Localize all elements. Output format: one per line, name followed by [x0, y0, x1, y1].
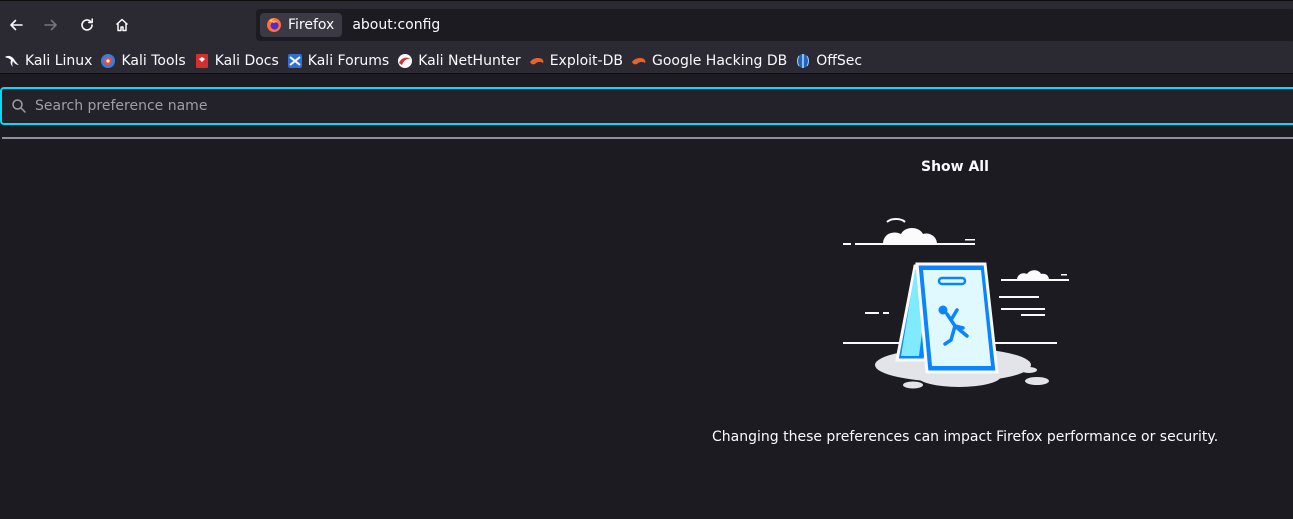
caution-sign-illustration — [843, 218, 1069, 389]
bookmarks-toolbar: Kali Linux Kali Tools Kali Docs Kali For… — [0, 48, 1293, 74]
home-button[interactable] — [106, 9, 138, 41]
bookmark-label: Kali Tools — [121, 52, 186, 69]
arrow-left-icon — [10, 19, 23, 31]
show-all-button[interactable]: Show All — [909, 155, 1001, 179]
url-bar[interactable]: Firefox about:config — [256, 9, 1293, 41]
bookmark-exploit-db[interactable]: Exploit-DB — [528, 50, 629, 72]
bookmark-label: OffSec — [816, 52, 863, 69]
search-icon — [12, 99, 26, 113]
reload-icon — [81, 18, 93, 31]
arrow-right-icon — [44, 19, 57, 31]
bookmark-label: Kali Docs — [214, 52, 279, 69]
identity-box[interactable]: Firefox — [260, 13, 343, 37]
kali-nethunter-icon — [398, 53, 413, 68]
offsec-icon — [797, 53, 810, 68]
exploit-db-icon — [529, 57, 544, 64]
bookmark-kali-nethunter[interactable]: Kali NetHunter — [396, 50, 526, 72]
divider — [2, 137, 1293, 139]
kali-tools-icon — [101, 53, 116, 68]
bookmark-kali-tools[interactable]: Kali Tools — [99, 50, 191, 72]
bookmark-label: Kali Linux — [25, 52, 93, 69]
warning-text: Changing these preferences can impact Fi… — [712, 429, 1219, 445]
identity-label: Firefox — [288, 17, 335, 33]
bookmark-label: Exploit-DB — [549, 52, 623, 69]
bookmark-offsec[interactable]: OffSec — [794, 50, 868, 72]
nav-toolbar: Firefox about:config — [0, 0, 1293, 48]
reload-button[interactable] — [71, 9, 103, 41]
ghdb-icon — [631, 57, 646, 64]
bookmark-google-hacking-db[interactable]: Google Hacking DB — [630, 50, 793, 72]
bookmark-label: Google Hacking DB — [651, 52, 788, 69]
bookmark-kali-linux[interactable]: Kali Linux — [3, 50, 98, 72]
kali-docs-icon — [195, 53, 208, 68]
url-text[interactable]: about:config — [352, 17, 440, 33]
bookmark-kali-forums[interactable]: Kali Forums — [286, 50, 395, 72]
bookmark-kali-docs[interactable]: Kali Docs — [193, 50, 285, 72]
bookmark-label: Kali Forums — [307, 52, 390, 69]
kali-forums-icon — [287, 53, 302, 68]
firefox-logo-icon — [267, 18, 281, 32]
search-box — [0, 87, 1293, 125]
home-icon — [115, 18, 129, 32]
forward-button[interactable] — [35, 9, 67, 41]
back-button[interactable] — [0, 9, 32, 41]
kali-dragon-icon — [5, 55, 19, 67]
bookmark-label: Kali NetHunter — [418, 52, 521, 69]
search-input[interactable] — [35, 91, 1293, 121]
